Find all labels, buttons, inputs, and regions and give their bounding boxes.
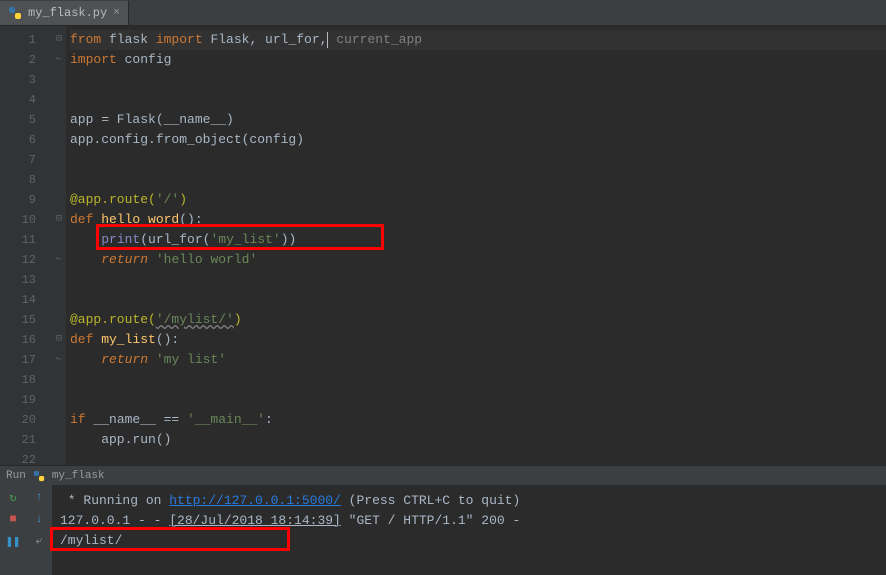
python-icon [32,469,46,483]
console-output[interactable]: * Running on http://127.0.0.1:5000/ (Pre… [52,485,886,575]
code-line[interactable]: @app.route('/mylist/') [70,310,886,330]
line-number-gutter: 12345678910111213141516171819202122 [0,26,52,465]
run-config-name: my_flask [52,470,105,482]
code-line[interactable]: return 'my list' [70,350,886,370]
run-tool-header: Run my_flask [0,465,886,485]
code-line[interactable]: def my_list(): [70,330,886,350]
code-line[interactable]: def hello_word(): [70,210,886,230]
tab-filename: my_flask.py [28,6,107,20]
server-url-link[interactable]: http://127.0.0.1:5000/ [169,493,341,508]
code-line[interactable] [70,370,886,390]
pause-icon[interactable]: ❚❚ [5,533,21,549]
completion-hint: current_app [328,32,422,47]
fold-end-icon: ⌙ [52,350,66,370]
code-line[interactable]: app.config.from_object(config) [70,130,886,150]
fold-icon[interactable]: ⊟ [52,210,66,230]
console-line: * Running on http://127.0.0.1:5000/ (Pre… [60,491,878,511]
code-line[interactable]: return 'hello world' [70,250,886,270]
fold-end-icon: ⌙ [52,50,66,70]
soft-wrap-icon[interactable]: ⤶ [31,533,47,549]
code-line[interactable]: import config [70,50,886,70]
code-line[interactable]: from flask import Flask, url_for, curren… [70,30,886,50]
close-icon[interactable]: × [113,7,120,19]
rerun-icon[interactable]: ↻ [5,489,21,505]
run-panel: ↻ ■ ❚❚ ↑ ↓ ⤶ * Running on http://127.0.0… [0,485,886,575]
code-line[interactable] [70,290,886,310]
fold-gutter: ⊟ ⌙ ⊟ ⌙ ⊟ ⌙ [52,26,66,465]
code-line[interactable]: if __name__ == '__main__': [70,410,886,430]
console-line: 127.0.0.1 - - [28/Jul/2018 18:14:39] "GE… [60,511,878,531]
code-line[interactable]: print(url_for('my_list')) [70,230,886,250]
code-line[interactable] [70,90,886,110]
run-label: Run [6,470,26,482]
editor-tab[interactable]: my_flask.py × [0,1,129,25]
python-file-icon [8,6,22,20]
code-line[interactable] [70,170,886,190]
code-line[interactable]: app = Flask(__name__) [70,110,886,130]
code-line[interactable]: app.run() [70,430,886,450]
code-area[interactable]: from flask import Flask, url_for, curren… [66,26,886,465]
code-line[interactable]: @app.route('/') [70,190,886,210]
scroll-down-icon[interactable]: ↓ [31,511,47,527]
fold-icon[interactable]: ⊟ [52,30,66,50]
run-controls-left: ↻ ■ ❚❚ [0,485,26,575]
code-line[interactable] [70,270,886,290]
run-controls-right: ↑ ↓ ⤶ [26,485,52,575]
code-line[interactable] [70,150,886,170]
code-line[interactable] [70,70,886,90]
console-line: /mylist/ [60,531,878,551]
fold-icon[interactable]: ⊟ [52,330,66,350]
fold-end-icon: ⌙ [52,250,66,270]
tab-bar: my_flask.py × [0,0,886,26]
scroll-up-icon[interactable]: ↑ [31,489,47,505]
code-line[interactable] [70,450,886,465]
code-line[interactable] [70,390,886,410]
editor[interactable]: 12345678910111213141516171819202122 ⊟ ⌙ … [0,26,886,465]
stop-icon[interactable]: ■ [5,511,21,527]
